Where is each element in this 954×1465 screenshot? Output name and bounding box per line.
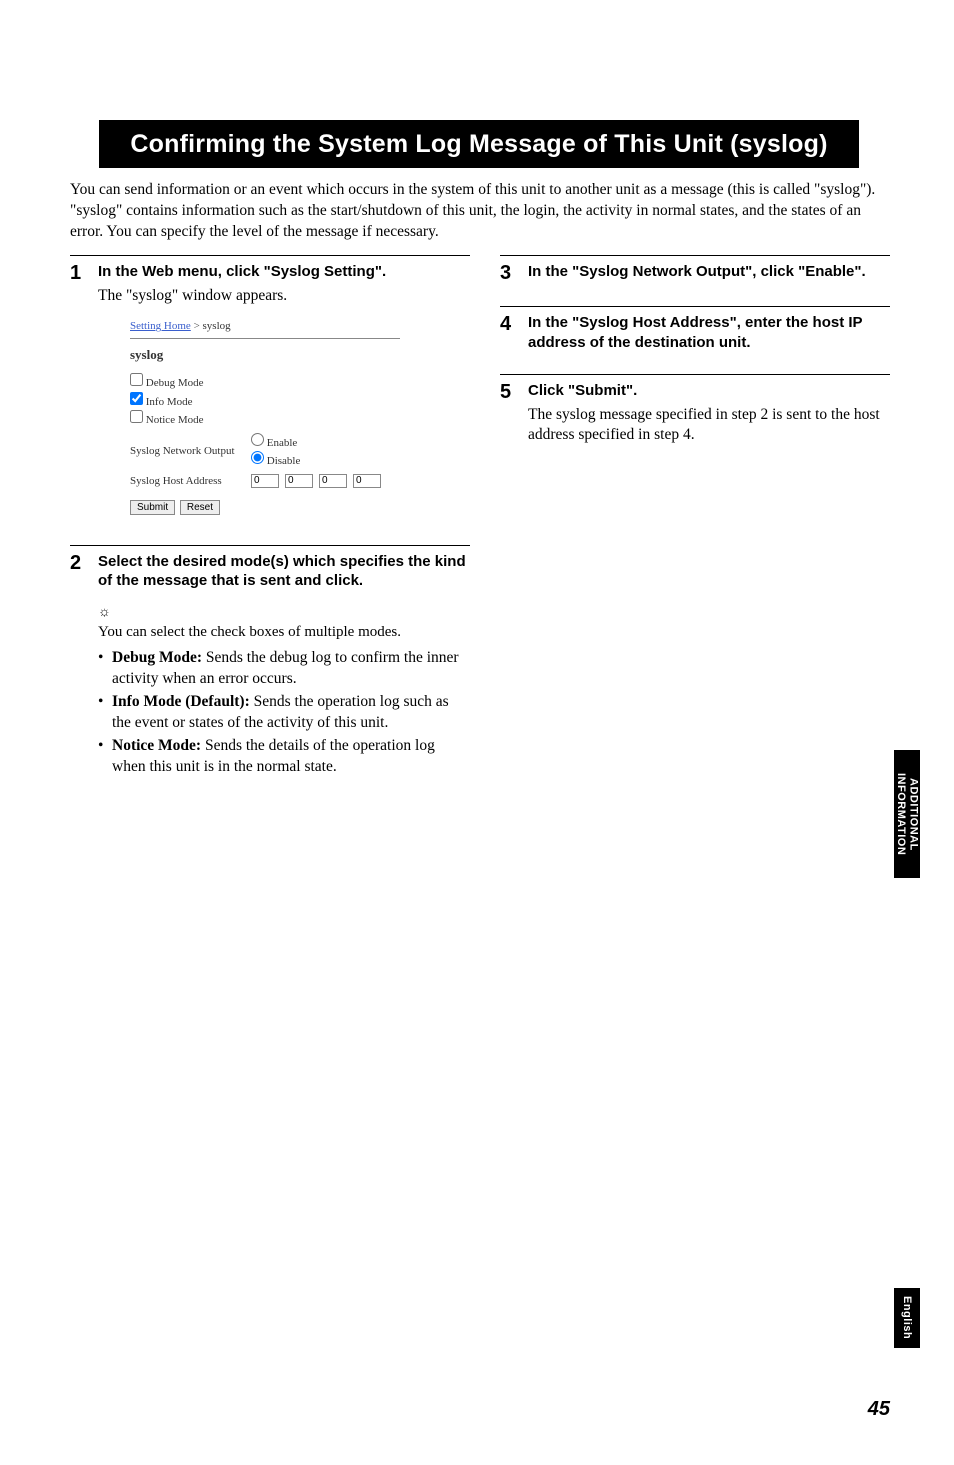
step-desc: The syslog message specified in step 2 i… <box>528 405 890 447</box>
bullet-notice: Notice Mode: Sends the details of the op… <box>98 736 470 778</box>
left-column: 1 In the Web menu, click "Syslog Setting… <box>70 255 470 800</box>
step-5: 5 Click "Submit". The syslog message spe… <box>500 374 890 446</box>
step-1: 1 In the Web menu, click "Syslog Setting… <box>70 255 470 515</box>
tip-icon: ☼ <box>98 605 470 621</box>
checkbox-debug[interactable]: Debug Mode <box>130 373 400 392</box>
step-title: In the "Syslog Host Address", enter the … <box>528 313 890 352</box>
bullet-info: Info Mode (Default): Sends the operation… <box>98 692 470 734</box>
mode-bullets: Debug Mode: Sends the debug log to confi… <box>98 648 470 778</box>
syslog-addr-label: Syslog Host Address <box>130 475 245 487</box>
step-desc: The "syslog" window appears. <box>98 286 470 307</box>
step-title: Select the desired mode(s) which specifi… <box>98 552 470 591</box>
step-3: 3 In the "Syslog Network Output", click … <box>500 255 890 284</box>
right-column: 3 In the "Syslog Network Output", click … <box>500 255 890 468</box>
divider <box>130 338 400 339</box>
checkbox-notice[interactable]: Notice Mode <box>130 410 400 429</box>
step-number: 5 <box>500 381 528 403</box>
addr-field-3[interactable] <box>319 474 347 488</box>
step-number: 1 <box>70 262 98 284</box>
step-number: 2 <box>70 552 98 574</box>
breadcrumb-current: syslog <box>203 320 231 332</box>
checkbox-info[interactable]: Info Mode <box>130 392 400 411</box>
radio-enable[interactable]: Enable <box>251 433 300 452</box>
section-title: Confirming the System Log Message of Thi… <box>130 130 827 159</box>
breadcrumb-link[interactable]: Setting Home <box>130 320 191 332</box>
step-2: 2 Select the desired mode(s) which speci… <box>70 545 470 778</box>
debug-checkbox[interactable] <box>130 373 143 386</box>
tip-text: You can select the check boxes of multip… <box>98 623 470 643</box>
enable-radio[interactable] <box>251 433 264 446</box>
bullet-debug: Debug Mode: Sends the debug log to confi… <box>98 648 470 690</box>
notice-checkbox[interactable] <box>130 410 143 423</box>
step-4: 4 In the "Syslog Host Address", enter th… <box>500 306 890 352</box>
syslog-output-label: Syslog Network Output <box>130 445 245 457</box>
step-number: 3 <box>500 262 528 284</box>
step-title: In the "Syslog Network Output", click "E… <box>528 262 890 282</box>
step-title: In the Web menu, click "Syslog Setting". <box>98 262 470 282</box>
breadcrumb-sep: > <box>191 320 203 332</box>
disable-radio[interactable] <box>251 451 264 464</box>
reset-button[interactable]: Reset <box>180 500 220 515</box>
section-title-bar: Confirming the System Log Message of Thi… <box>99 120 859 168</box>
page-number: 45 <box>868 1398 890 1421</box>
syslog-screenshot: Setting Home > syslog syslog Debug Mode … <box>130 320 400 515</box>
syslog-heading: syslog <box>130 347 400 363</box>
submit-button[interactable]: Submit <box>130 500 175 515</box>
step-title: Click "Submit". <box>528 381 890 401</box>
addr-field-4[interactable] <box>353 474 381 488</box>
radio-disable[interactable]: Disable <box>251 451 300 470</box>
info-checkbox[interactable] <box>130 392 143 405</box>
intro-paragraph: You can send information or an event whi… <box>70 180 890 243</box>
addr-field-2[interactable] <box>285 474 313 488</box>
side-tab-section: ADDITIONAL INFORMATION <box>894 750 920 878</box>
addr-field-1[interactable] <box>251 474 279 488</box>
step-number: 4 <box>500 313 528 335</box>
side-tab-language: English <box>894 1288 920 1348</box>
